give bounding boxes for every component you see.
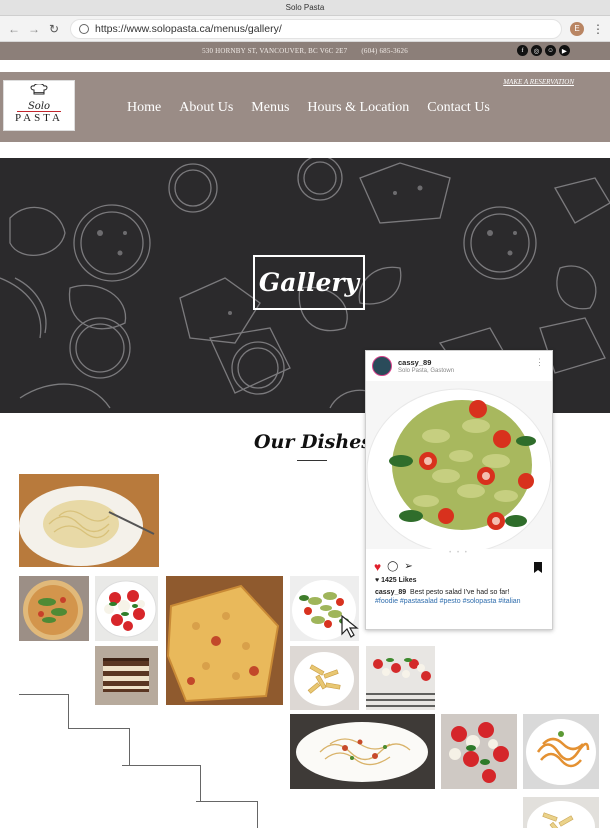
heart-icon[interactable]: ♥ <box>374 561 381 573</box>
facebook-icon[interactable]: f <box>517 45 528 56</box>
decorative-line <box>129 728 130 765</box>
post-caption: cassy_89 Best pesto salad I've had so fa… <box>366 584 552 597</box>
profile-avatar[interactable]: E <box>570 21 584 36</box>
gallery-photo-spaghetti[interactable] <box>19 474 159 567</box>
youtube-icon[interactable]: ▶ <box>559 45 570 56</box>
logo[interactable]: Solo PASTA <box>3 80 75 131</box>
instagram-post-card[interactable]: cassy_89 Solo Pasta, Gastown ⋮ • • • ♥ ◯ <box>365 350 553 630</box>
gallery-photo-tiramisu[interactable] <box>95 646 158 705</box>
phone-text[interactable]: (604) 685-3626 <box>361 47 408 55</box>
snapchat-icon[interactable]: ☺ <box>545 45 556 56</box>
social-links: f ◎ ☺ ▶ <box>517 45 570 56</box>
post-image[interactable] <box>366 381 552 549</box>
back-arrow-icon[interactable]: ← <box>6 21 22 37</box>
logo-wordmark: PASTA <box>15 112 63 124</box>
hero-title: Gallery <box>258 268 360 297</box>
main-nav: Home About Us Menus Hours & Location Con… <box>127 100 490 116</box>
browser-menu-icon[interactable]: ⋮ <box>592 23 604 35</box>
window-title: Solo Pasta <box>285 3 325 12</box>
instagram-icon[interactable]: ◎ <box>531 45 542 56</box>
carousel-dots: • • • <box>449 550 469 556</box>
gallery-photo-linguine[interactable] <box>290 714 435 789</box>
decorative-line <box>200 765 201 802</box>
gallery-photo-fettuccine[interactable] <box>523 714 599 789</box>
decorative-line <box>68 728 130 729</box>
gallery-photo-caprese-2[interactable] <box>441 714 517 789</box>
nav-hours-location[interactable]: Hours & Location <box>307 100 409 116</box>
gallery-photo-focaccia[interactable] <box>166 576 283 705</box>
title-divider <box>297 460 327 461</box>
nav-about-us[interactable]: About Us <box>179 100 233 116</box>
url-text: https://www.solopasta.ca/menus/gallery/ <box>95 22 282 35</box>
gallery-photo-pizza[interactable] <box>19 576 89 641</box>
chef-hat-icon <box>30 83 48 95</box>
caption-username[interactable]: cassy_89 <box>375 589 406 596</box>
site-header: Solo PASTA Home About Us Menus Hours & L… <box>0 72 610 142</box>
forward-arrow-icon[interactable]: → <box>26 21 42 37</box>
post-header: cassy_89 Solo Pasta, Gastown ⋮ <box>366 351 552 381</box>
address-text: 530 HORNBY ST, VANCOUVER, BC V6C 2E7 <box>202 47 348 55</box>
post-actions: ♥ ◯ ➢ <box>366 557 552 577</box>
decorative-line <box>19 694 69 695</box>
reload-icon[interactable]: ↻ <box>46 21 62 37</box>
browser-toolbar: ← → ↻ https://www.solopasta.ca/menus/gal… <box>0 16 610 42</box>
post-hashtags[interactable]: #foodie #pastasalad #pesto #solopasta #i… <box>366 597 552 606</box>
nav-home[interactable]: Home <box>127 100 161 116</box>
nav-contact-us[interactable]: Contact Us <box>427 100 490 116</box>
make-reservation-link[interactable]: MAKE A RESERVATION <box>503 78 574 86</box>
section-title: Our Dishes <box>254 431 372 453</box>
share-icon[interactable]: ➢ <box>404 561 412 573</box>
post-location[interactable]: Solo Pasta, Gastown <box>398 367 454 375</box>
decorative-line <box>68 694 69 728</box>
address-bar[interactable]: https://www.solopasta.ca/menus/gallery/ <box>70 18 562 39</box>
likes-count[interactable]: ♥ 1425 Likes <box>366 577 552 584</box>
top-info-bar: 530 HORNBY ST, VANCOUVER, BC V6C 2E7 (60… <box>0 42 610 60</box>
decorative-line <box>122 765 200 766</box>
mouse-cursor-icon <box>341 615 359 638</box>
avatar[interactable] <box>372 356 392 376</box>
globe-icon <box>79 23 89 34</box>
decorative-line <box>196 801 258 802</box>
comment-icon[interactable]: ◯ <box>387 561 398 573</box>
nav-menus[interactable]: Menus <box>251 100 289 116</box>
more-options-icon[interactable]: ⋮ <box>535 358 544 367</box>
gallery-title-box: Gallery <box>253 255 365 310</box>
post-username[interactable]: cassy_89 <box>398 358 454 367</box>
gallery-photo-caprese[interactable] <box>95 576 158 641</box>
gallery-photo-skewers[interactable] <box>366 646 435 710</box>
window-titlebar: Solo Pasta <box>0 0 610 16</box>
gallery-photo-penne-2[interactable] <box>523 797 599 828</box>
caption-text: Best pesto salad I've had so far! <box>410 589 510 596</box>
decorative-line <box>257 801 258 828</box>
gallery-photo-penne[interactable] <box>290 646 359 710</box>
bookmark-icon[interactable] <box>534 562 542 573</box>
